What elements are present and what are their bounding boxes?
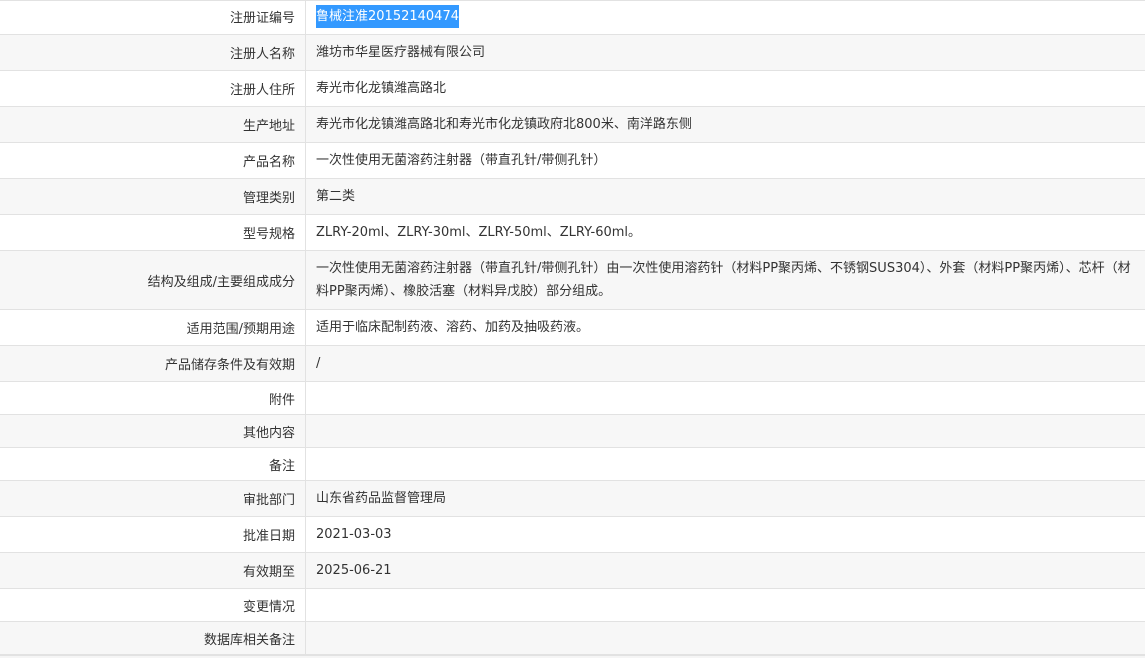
field-label: 有效期至 xyxy=(0,553,306,588)
field-label: 管理类别 xyxy=(0,179,306,214)
row-approval-department: 审批部门 山东省药品监督管理局 xyxy=(0,481,1145,517)
field-value: 寿光市化龙镇潍高路北 xyxy=(316,81,447,96)
field-label: 数据库相关备注 xyxy=(0,622,306,654)
field-value: 第二类 xyxy=(316,189,356,204)
field-value: 一次性使用无菌溶药注射器（带直孔针/带侧孔针） xyxy=(316,153,607,168)
field-label: 注册证编号 xyxy=(0,0,306,34)
registration-detail-table: 注册证编号 鲁械注准20152140474 注册人名称 潍坊市华星医疗器械有限公… xyxy=(0,0,1145,655)
field-label: 批准日期 xyxy=(0,517,306,552)
field-label: 注册人住所 xyxy=(0,71,306,106)
row-model-spec: 型号规格 ZLRY-20ml、ZLRY-30ml、ZLRY-50ml、ZLRY-… xyxy=(0,215,1145,251)
field-value: / xyxy=(316,356,321,371)
field-value: 适用于临床配制药液、溶药、加药及抽吸药液。 xyxy=(316,320,590,335)
field-label: 备注 xyxy=(0,448,306,480)
field-value xyxy=(306,415,1145,447)
field-value: 山东省药品监督管理局 xyxy=(316,491,447,506)
field-label: 附件 xyxy=(0,382,306,414)
row-intended-use: 适用范围/预期用途 适用于临床配制药液、溶药、加药及抽吸药液。 xyxy=(0,310,1145,346)
row-remarks: 备注 xyxy=(0,448,1145,481)
field-value: 潍坊市华星医疗器械有限公司 xyxy=(316,45,486,60)
row-structure-composition: 结构及组成/主要组成成分 一次性使用无菌溶药注射器（带直孔针/带侧孔针）由一次性… xyxy=(0,251,1145,310)
selected-text[interactable]: 鲁械注准20152140474 xyxy=(316,5,459,28)
field-value: ZLRY-20ml、ZLRY-30ml、ZLRY-50ml、ZLRY-60ml。 xyxy=(316,225,642,240)
row-storage-validity: 产品储存条件及有效期 / xyxy=(0,346,1145,382)
field-value xyxy=(306,622,1145,654)
field-value: 2025-06-21 xyxy=(316,563,392,578)
field-label: 产品名称 xyxy=(0,143,306,178)
row-registrant-name: 注册人名称 潍坊市华星医疗器械有限公司 xyxy=(0,35,1145,71)
field-label: 审批部门 xyxy=(0,481,306,516)
row-approval-date: 批准日期 2021-03-03 xyxy=(0,517,1145,553)
row-production-address: 生产地址 寿光市化龙镇潍高路北和寿光市化龙镇政府北800米、南洋路东侧 xyxy=(0,107,1145,143)
field-label: 型号规格 xyxy=(0,215,306,250)
row-database-notes: 数据库相关备注 xyxy=(0,622,1145,655)
field-label: 生产地址 xyxy=(0,107,306,142)
field-label: 产品储存条件及有效期 xyxy=(0,346,306,381)
row-management-category: 管理类别 第二类 xyxy=(0,179,1145,215)
row-valid-until: 有效期至 2025-06-21 xyxy=(0,553,1145,589)
row-change-history: 变更情况 xyxy=(0,589,1145,622)
field-value xyxy=(306,448,1145,480)
field-label: 其他内容 xyxy=(0,415,306,447)
field-value xyxy=(306,589,1145,621)
field-label: 结构及组成/主要组成成分 xyxy=(0,251,306,309)
row-product-name: 产品名称 一次性使用无菌溶药注射器（带直孔针/带侧孔针） xyxy=(0,143,1145,179)
row-registrant-address: 注册人住所 寿光市化龙镇潍高路北 xyxy=(0,71,1145,107)
row-attachments: 附件 xyxy=(0,382,1145,415)
field-label: 适用范围/预期用途 xyxy=(0,310,306,345)
row-registration-number: 注册证编号 鲁械注准20152140474 xyxy=(0,0,1145,35)
field-value: 一次性使用无菌溶药注射器（带直孔针/带侧孔针）由一次性使用溶药针（材料PP聚丙烯… xyxy=(316,261,1131,299)
field-value[interactable]: 鲁械注准20152140474 xyxy=(306,0,1145,34)
field-value: 寿光市化龙镇潍高路北和寿光市化龙镇政府北800米、南洋路东侧 xyxy=(316,117,692,132)
field-label: 变更情况 xyxy=(0,589,306,621)
field-label: 注册人名称 xyxy=(0,35,306,70)
field-value: 2021-03-03 xyxy=(316,527,392,542)
field-value xyxy=(306,382,1145,414)
row-other-content: 其他内容 xyxy=(0,415,1145,448)
